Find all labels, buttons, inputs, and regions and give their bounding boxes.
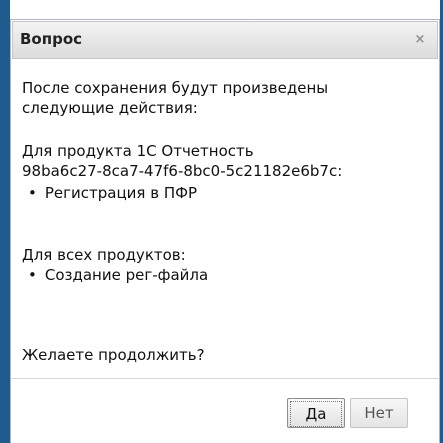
bullet-icon: • — [28, 266, 37, 284]
list-item-label: Регистрация в ПФР — [44, 184, 198, 202]
no-button[interactable]: Нет — [350, 398, 408, 428]
list-item: • Регистрация в ПФР — [28, 183, 197, 203]
intro-text-line2: следующие действия: — [22, 99, 198, 117]
product-heading-line1: Для продукта 1С Отчетность — [22, 142, 254, 160]
all-products-heading: Для всех продуктов: — [22, 246, 186, 264]
backdrop-left — [0, 0, 10, 443]
question-text: Желаете продолжить? — [22, 346, 205, 364]
yes-button[interactable]: Да — [287, 398, 345, 428]
dialog-title: Вопрос — [20, 30, 83, 48]
button-bar-divider — [11, 378, 439, 379]
close-icon[interactable]: × — [413, 33, 427, 47]
bullet-icon: • — [28, 184, 37, 202]
yes-button-label: Да — [290, 401, 342, 427]
product-heading-line2: 98ba6c27-8ca7-47f6-8bc0-5c21182e6b7c: — [22, 162, 343, 180]
list-item-label: Создание рег-файла — [44, 266, 209, 284]
intro-text-line1: После сохранения будут произведены — [22, 79, 329, 97]
list-item: • Создание рег-файла — [28, 265, 208, 285]
